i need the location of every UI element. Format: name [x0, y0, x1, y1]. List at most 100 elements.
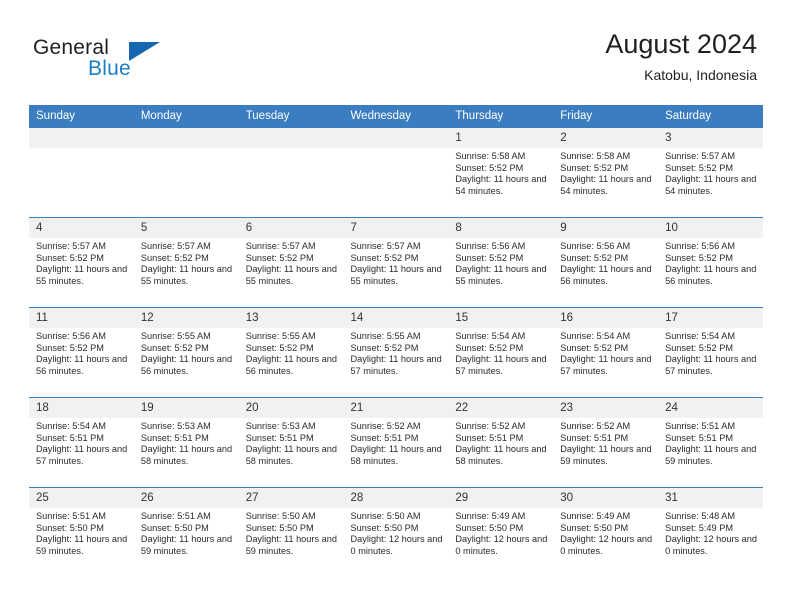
day-details: Sunrise: 5:53 AM Sunset: 5:51 PM Daylight:…	[239, 418, 344, 468]
daylight-text: Daylight: 11 hours and 59 minutes.	[140, 534, 233, 557]
sunrise-text: Sunrise: 5:58 AM	[560, 151, 631, 161]
sunset-text: Sunset: 5:50 PM	[560, 522, 629, 533]
calendar-day-cell[interactable]: 1 Sunrise: 5:58 AM Sunset: 5:52 PM Daylight…	[448, 127, 554, 218]
page-header: General Blue August 2024 Katobu, Indones…	[0, 0, 792, 100]
day-cell-inner: 4 Sunrise: 5:57 AM Sunset: 5:52 PM Daylight…	[29, 218, 134, 307]
day-cell-inner: 19 Sunrise: 5:53 AM Sunset: 5:51 PM Dayligh…	[133, 398, 239, 487]
calendar-day-cell[interactable]: 3 Sunrise: 5:57 AM Sunset: 5:52 PM Daylight…	[658, 127, 763, 218]
calendar-day-cell[interactable]: 9 Sunrise: 5:56 AM Sunset: 5:52 PM Daylight…	[553, 217, 659, 308]
calendar-day-cell[interactable]: 17 Sunrise: 5:54 AM Sunset: 5:52 PM Dayligh…	[658, 307, 763, 398]
day-details: Sunrise: 5:56 AM Sunset: 5:52 PM Daylight:…	[658, 238, 763, 288]
daylight-text: Daylight: 11 hours and 58 minutes.	[140, 444, 233, 467]
sunset-text: Sunset: 5:50 PM	[245, 522, 314, 533]
sunrise-text: Sunrise: 5:57 AM	[245, 241, 316, 251]
calendar-day-cell[interactable]: 14 Sunrise: 5:55 AM Sunset: 5:52 PM Dayligh…	[343, 307, 449, 398]
day-number: 1	[448, 128, 554, 148]
weekday-header-thursday: Thursday	[448, 105, 554, 128]
day-details: Sunrise: 5:56 AM Sunset: 5:52 PM Daylight:…	[29, 328, 134, 378]
sunrise-text: Sunrise: 5:53 AM	[140, 421, 211, 431]
sunset-text: Sunset: 5:52 PM	[665, 342, 733, 353]
daylight-text: Daylight: 11 hours and 59 minutes.	[36, 534, 128, 557]
daylight-text: Daylight: 12 hours and 0 minutes.	[455, 534, 548, 557]
sunset-text: Sunset: 5:52 PM	[36, 252, 104, 263]
sunset-text: Sunset: 5:52 PM	[665, 162, 733, 173]
daylight-text: Daylight: 11 hours and 57 minutes.	[36, 444, 128, 467]
day-number: 10	[658, 218, 763, 238]
calendar-day-cell[interactable]: 21 Sunrise: 5:52 AM Sunset: 5:51 PM Dayligh…	[343, 397, 449, 488]
calendar-day-cell[interactable]: 31 Sunrise: 5:48 AM Sunset: 5:49 PM Dayligh…	[658, 487, 763, 577]
sunrise-text: Sunrise: 5:55 AM	[245, 331, 316, 341]
sunrise-text: Sunrise: 5:57 AM	[665, 151, 736, 161]
calendar-day-cell[interactable]: 26 Sunrise: 5:51 AM Sunset: 5:50 PM Dayligh…	[133, 487, 239, 577]
day-number: 31	[658, 488, 763, 508]
calendar-day-cell[interactable]: 22 Sunrise: 5:52 AM Sunset: 5:51 PM Dayligh…	[448, 397, 554, 488]
daylight-text: Daylight: 11 hours and 55 minutes.	[140, 264, 233, 287]
day-cell-inner: 7 Sunrise: 5:57 AM Sunset: 5:52 PM Daylight…	[343, 218, 449, 307]
daylight-text: Daylight: 11 hours and 59 minutes.	[560, 444, 652, 467]
sunrise-text: Sunrise: 5:52 AM	[455, 421, 526, 431]
calendar-day-cell[interactable]: 4 Sunrise: 5:57 AM Sunset: 5:52 PM Daylight…	[29, 217, 134, 308]
calendar-day-cell[interactable]: 13 Sunrise: 5:55 AM Sunset: 5:52 PM Dayligh…	[238, 307, 344, 398]
sunset-text: Sunset: 5:52 PM	[665, 252, 733, 263]
calendar-day-cell[interactable]: 27 Sunrise: 5:50 AM Sunset: 5:50 PM Dayligh…	[238, 487, 344, 577]
calendar-day-cell-empty	[343, 127, 449, 218]
brand-name-blue: Blue	[88, 57, 131, 80]
day-details: Sunrise: 5:52 AM Sunset: 5:51 PM Daylight:…	[553, 418, 658, 468]
calendar-day-cell[interactable]: 8 Sunrise: 5:56 AM Sunset: 5:52 PM Daylight…	[448, 217, 554, 308]
day-number: 23	[553, 398, 659, 418]
day-cell-inner: 17 Sunrise: 5:54 AM Sunset: 5:52 PM Dayligh…	[658, 308, 763, 397]
day-details: Sunrise: 5:49 AM Sunset: 5:50 PM Daylight:…	[553, 508, 658, 558]
general-blue-logo[interactable]: General Blue	[33, 36, 223, 86]
calendar-day-cell[interactable]: 23 Sunrise: 5:52 AM Sunset: 5:51 PM Dayligh…	[553, 397, 659, 488]
calendar-day-cell[interactable]: 10 Sunrise: 5:56 AM Sunset: 5:52 PM Dayligh…	[658, 217, 763, 308]
day-details: Sunrise: 5:56 AM Sunset: 5:52 PM Daylight:…	[448, 238, 553, 288]
calendar-day-cell[interactable]: 20 Sunrise: 5:53 AM Sunset: 5:51 PM Dayligh…	[238, 397, 344, 488]
sunrise-text: Sunrise: 5:55 AM	[350, 331, 421, 341]
calendar-grid: Sunday Monday Tuesday Wednesday Thursday…	[29, 105, 763, 577]
calendar-day-cell[interactable]: 24 Sunrise: 5:51 AM Sunset: 5:51 PM Dayligh…	[658, 397, 763, 488]
day-cell-inner: 25 Sunrise: 5:51 AM Sunset: 5:50 PM Dayligh…	[29, 488, 134, 577]
day-cell-inner: 16 Sunrise: 5:54 AM Sunset: 5:52 PM Dayligh…	[553, 308, 659, 397]
calendar-day-cell[interactable]: 25 Sunrise: 5:51 AM Sunset: 5:50 PM Dayligh…	[29, 487, 134, 577]
day-cell-inner: 29 Sunrise: 5:49 AM Sunset: 5:50 PM Dayligh…	[448, 488, 554, 577]
day-number: 29	[448, 488, 554, 508]
weekday-header-wednesday: Wednesday	[343, 105, 449, 128]
calendar-day-cell[interactable]: 12 Sunrise: 5:55 AM Sunset: 5:52 PM Dayligh…	[133, 307, 239, 398]
sunrise-text: Sunrise: 5:51 AM	[36, 511, 106, 521]
calendar-day-cell[interactable]: 15 Sunrise: 5:54 AM Sunset: 5:52 PM Dayligh…	[448, 307, 554, 398]
calendar-day-cell[interactable]: 11 Sunrise: 5:56 AM Sunset: 5:52 PM Dayligh…	[29, 307, 134, 398]
day-cell-inner: 9 Sunrise: 5:56 AM Sunset: 5:52 PM Daylight…	[553, 218, 659, 307]
calendar-day-cell[interactable]: 16 Sunrise: 5:54 AM Sunset: 5:52 PM Dayligh…	[553, 307, 659, 398]
day-details: Sunrise: 5:54 AM Sunset: 5:52 PM Daylight:…	[448, 328, 553, 378]
sunrise-text: Sunrise: 5:50 AM	[245, 511, 316, 521]
calendar-day-cell[interactable]: 30 Sunrise: 5:49 AM Sunset: 5:50 PM Dayligh…	[553, 487, 659, 577]
day-details: Sunrise: 5:58 AM Sunset: 5:52 PM Daylight:…	[448, 148, 553, 198]
calendar-day-cell[interactable]: 2 Sunrise: 5:58 AM Sunset: 5:52 PM Daylight…	[553, 127, 659, 218]
sunrise-text: Sunrise: 5:50 AM	[350, 511, 421, 521]
day-cell-inner: 5 Sunrise: 5:57 AM Sunset: 5:52 PM Daylight…	[133, 218, 239, 307]
sunrise-text: Sunrise: 5:48 AM	[665, 511, 736, 521]
day-details: Sunrise: 5:50 AM Sunset: 5:50 PM Daylight:…	[239, 508, 344, 558]
day-details: Sunrise: 5:51 AM Sunset: 5:50 PM Daylight:…	[29, 508, 134, 558]
sunset-text: Sunset: 5:52 PM	[140, 252, 209, 263]
calendar-day-cell[interactable]: 19 Sunrise: 5:53 AM Sunset: 5:51 PM Dayligh…	[133, 397, 239, 488]
calendar-day-cell[interactable]: 18 Sunrise: 5:54 AM Sunset: 5:51 PM Dayligh…	[29, 397, 134, 488]
daylight-text: Daylight: 11 hours and 59 minutes.	[665, 444, 757, 467]
calendar-day-cell[interactable]: 29 Sunrise: 5:49 AM Sunset: 5:50 PM Dayligh…	[448, 487, 554, 577]
calendar-day-cell[interactable]: 5 Sunrise: 5:57 AM Sunset: 5:52 PM Daylight…	[133, 217, 239, 308]
calendar-day-cell-empty	[29, 127, 134, 218]
day-number: 19	[133, 398, 239, 418]
day-cell-inner: 14 Sunrise: 5:55 AM Sunset: 5:52 PM Dayligh…	[343, 308, 449, 397]
sunrise-text: Sunrise: 5:57 AM	[36, 241, 106, 251]
day-cell-inner: 10 Sunrise: 5:56 AM Sunset: 5:52 PM Dayligh…	[658, 218, 763, 307]
calendar-day-cell[interactable]: 28 Sunrise: 5:50 AM Sunset: 5:50 PM Dayligh…	[343, 487, 449, 577]
day-details: Sunrise: 5:54 AM Sunset: 5:52 PM Daylight:…	[553, 328, 658, 378]
day-number: 27	[238, 488, 344, 508]
sunrise-text: Sunrise: 5:54 AM	[36, 421, 106, 431]
day-number: 21	[343, 398, 449, 418]
sunrise-text: Sunrise: 5:53 AM	[245, 421, 316, 431]
calendar-day-cell[interactable]: 7 Sunrise: 5:57 AM Sunset: 5:52 PM Daylight…	[343, 217, 449, 308]
daylight-text: Daylight: 11 hours and 56 minutes.	[36, 354, 128, 377]
sunrise-text: Sunrise: 5:56 AM	[560, 241, 631, 251]
calendar-day-cell[interactable]: 6 Sunrise: 5:57 AM Sunset: 5:52 PM Daylight…	[238, 217, 344, 308]
